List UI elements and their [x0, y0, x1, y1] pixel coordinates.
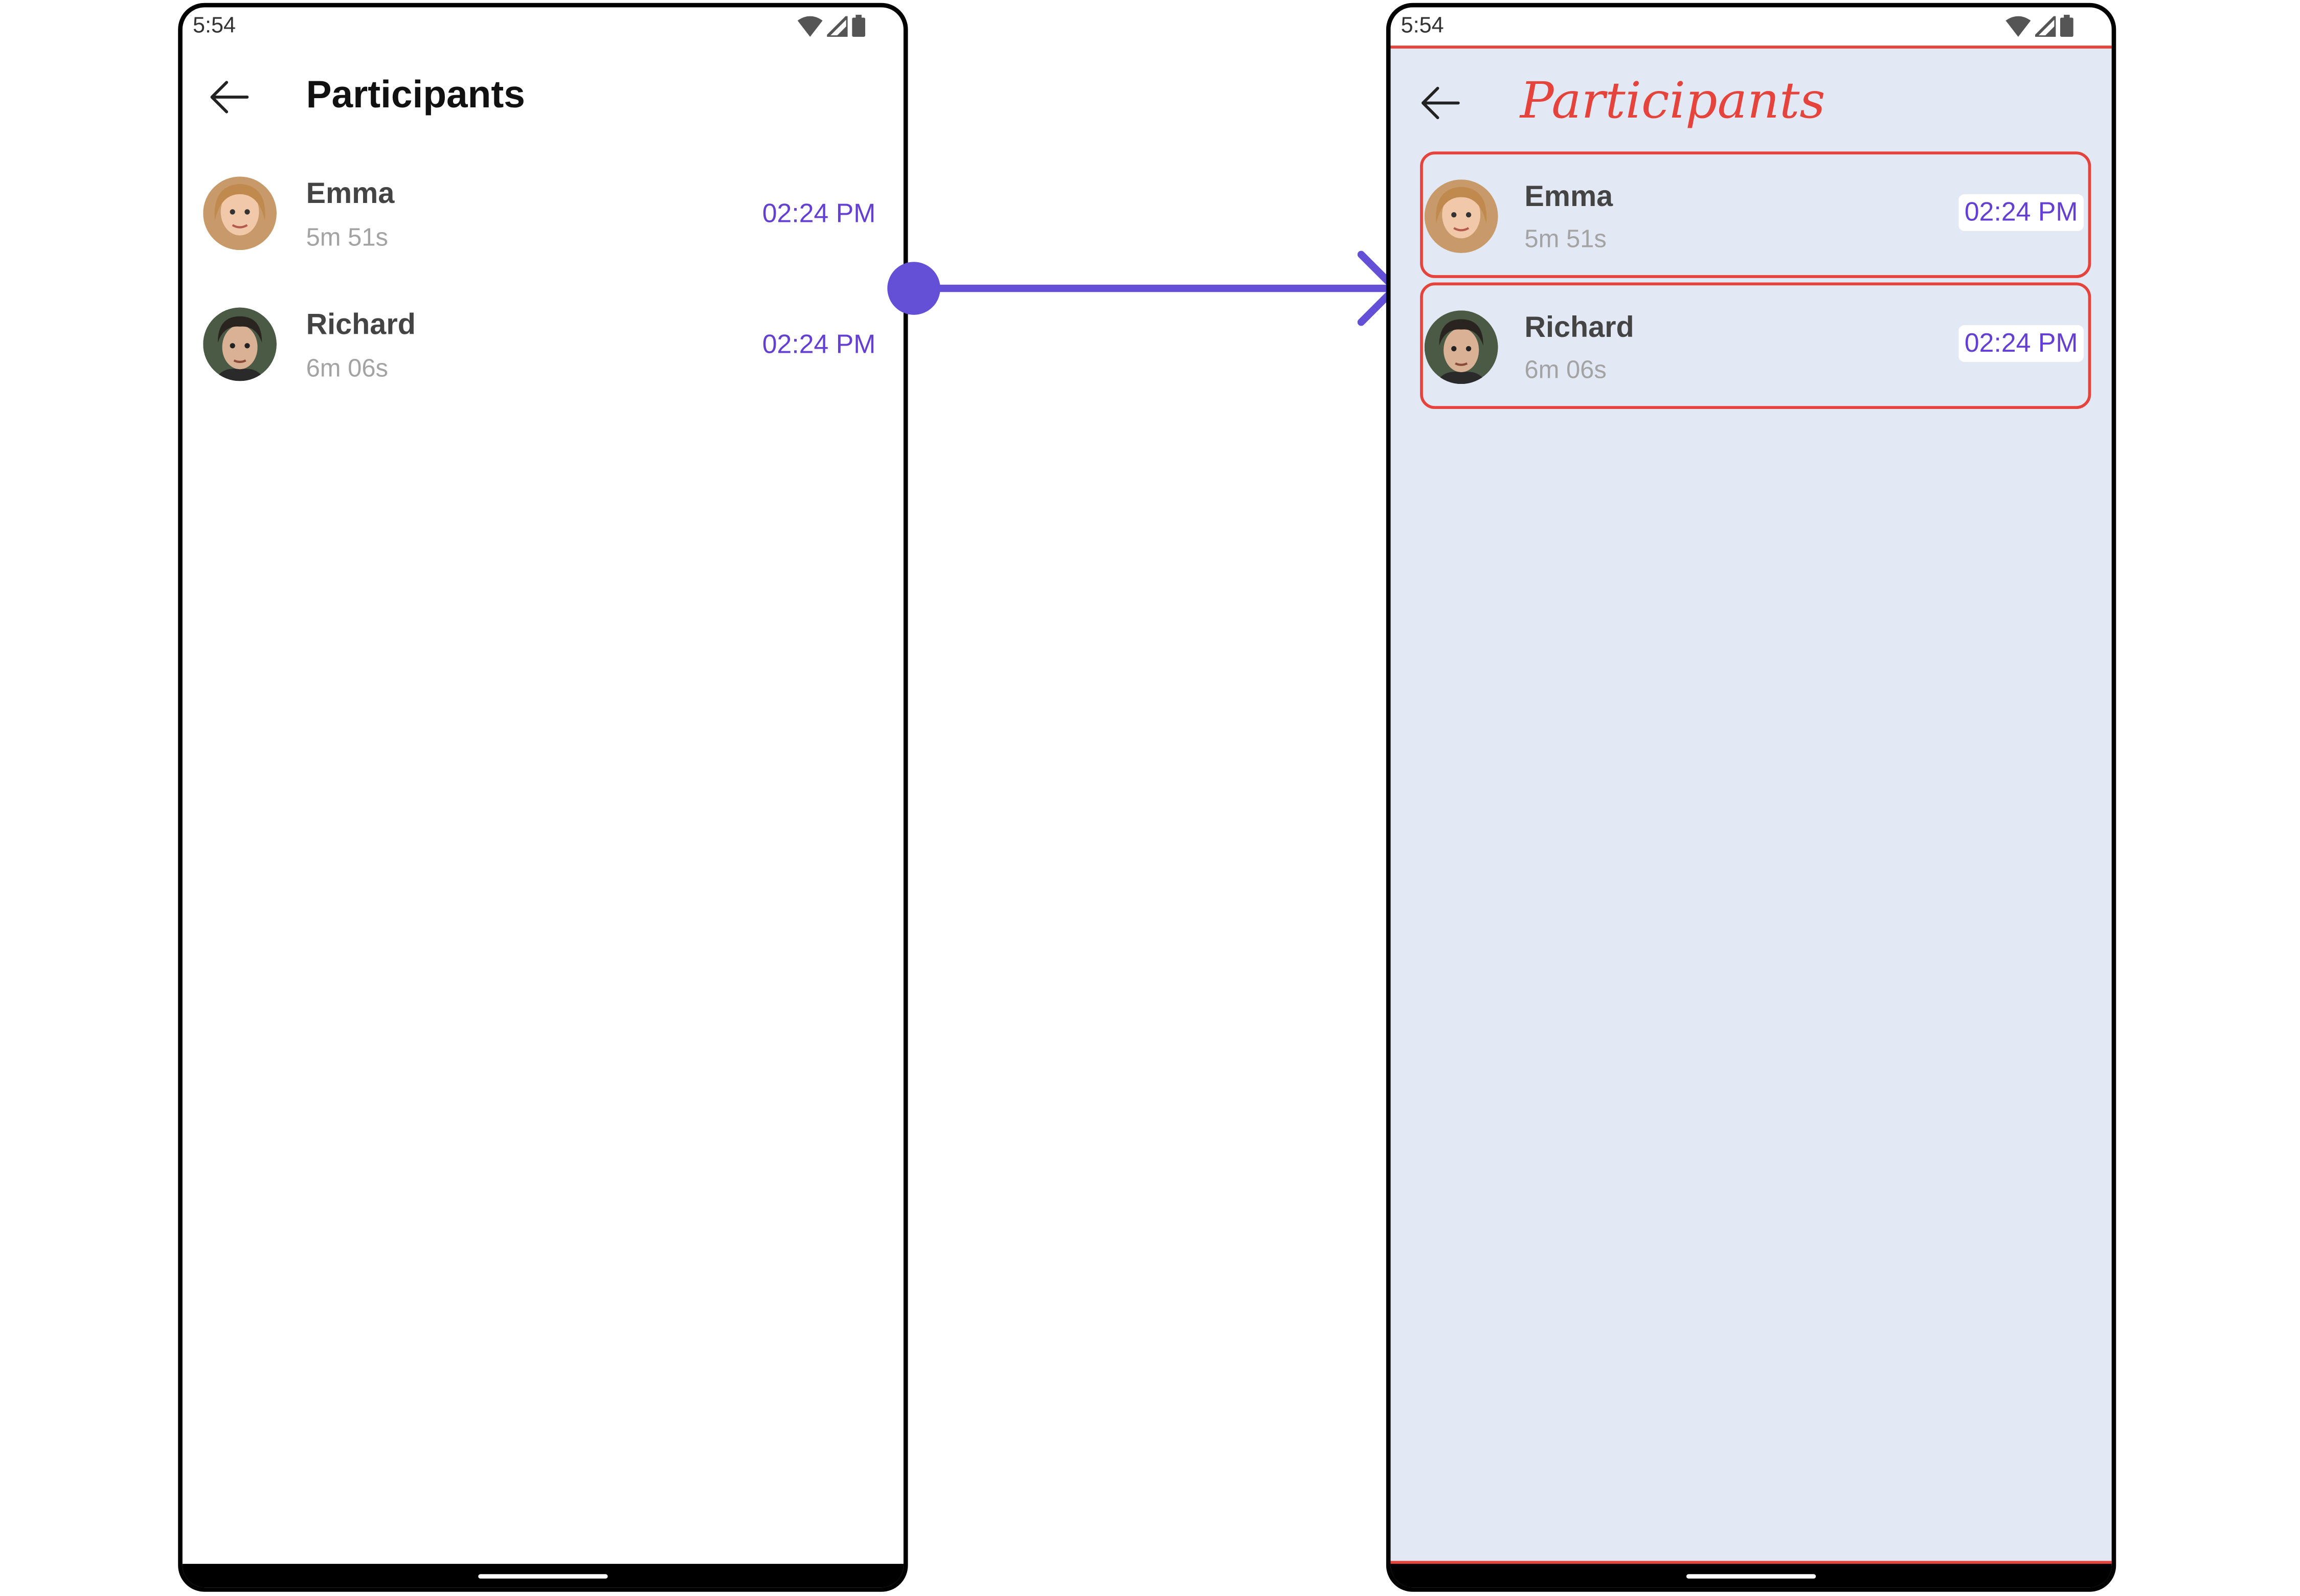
right-phone-screen: 5:54 Participants Emma 5m 51s 02:24 PM R… [1386, 3, 2116, 1592]
status-time: 5:54 [1401, 13, 1444, 38]
participant-name: Richard [1524, 312, 1634, 345]
wifi-icon [2005, 15, 2031, 36]
status-icons [797, 14, 866, 37]
participant-duration: 5m 51s [306, 223, 389, 252]
avatar [1424, 179, 1498, 253]
time-highlight: 02:24 PM [1958, 194, 2084, 231]
highlight-top-border [1390, 45, 2112, 49]
participant-duration: 6m 06s [306, 354, 389, 383]
back-arrow-icon[interactable] [209, 79, 249, 115]
participant-time: 02:24 PM [1964, 328, 2078, 358]
participant-row-emma[interactable]: Emma 5m 51s 02:24 PM [1420, 151, 2091, 278]
signal-icon [827, 15, 848, 36]
status-icons [2005, 14, 2073, 37]
page-title: Participants [1520, 72, 1825, 131]
participant-duration: 6m 06s [1524, 356, 1607, 384]
participant-time: 02:24 PM [1964, 197, 2078, 227]
time-highlight: 02:24 PM [1958, 325, 2084, 362]
signal-icon [2035, 15, 2056, 36]
participant-name: Emma [306, 178, 395, 211]
avatar [1424, 310, 1498, 384]
status-time: 5:54 [192, 13, 236, 38]
battery-icon [2060, 14, 2073, 37]
participant-row-richard[interactable]: Richard 6m 06s 02:24 PM [183, 303, 904, 392]
participant-time: 02:24 PM [762, 198, 876, 229]
arrow-right-icon [887, 250, 1399, 326]
app-bar: Participants [183, 66, 904, 131]
avatar [203, 176, 277, 250]
participant-time: 02:24 PM [762, 329, 876, 359]
status-bar: 5:54 [183, 7, 904, 45]
status-bar: 5:54 [1390, 7, 2112, 46]
page-title: Participants [306, 72, 525, 117]
left-phone-screen: 5:54 Participants Emma 5m 51s 02:24 PM R… [178, 3, 908, 1592]
home-indicator[interactable] [1686, 1574, 1816, 1579]
participant-row-emma[interactable]: Emma 5m 51s 02:24 PM [183, 172, 904, 261]
participant-duration: 5m 51s [1524, 225, 1607, 253]
wifi-icon [797, 15, 823, 36]
home-indicator[interactable] [478, 1574, 608, 1579]
comparison-canvas: 5:54 Participants Emma 5m 51s 02:24 PM R… [0, 0, 2300, 1596]
avatar [203, 307, 277, 381]
back-arrow-icon[interactable] [1420, 85, 1460, 121]
participant-row-richard[interactable]: Richard 6m 06s 02:24 PM [1420, 282, 2091, 409]
app-bar: Participants [1391, 69, 2112, 143]
battery-icon [852, 14, 866, 37]
participant-name: Emma [1524, 180, 1613, 214]
navigation-bar [182, 1564, 904, 1588]
navigation-bar [1390, 1564, 2112, 1588]
participant-name: Richard [306, 309, 416, 341]
